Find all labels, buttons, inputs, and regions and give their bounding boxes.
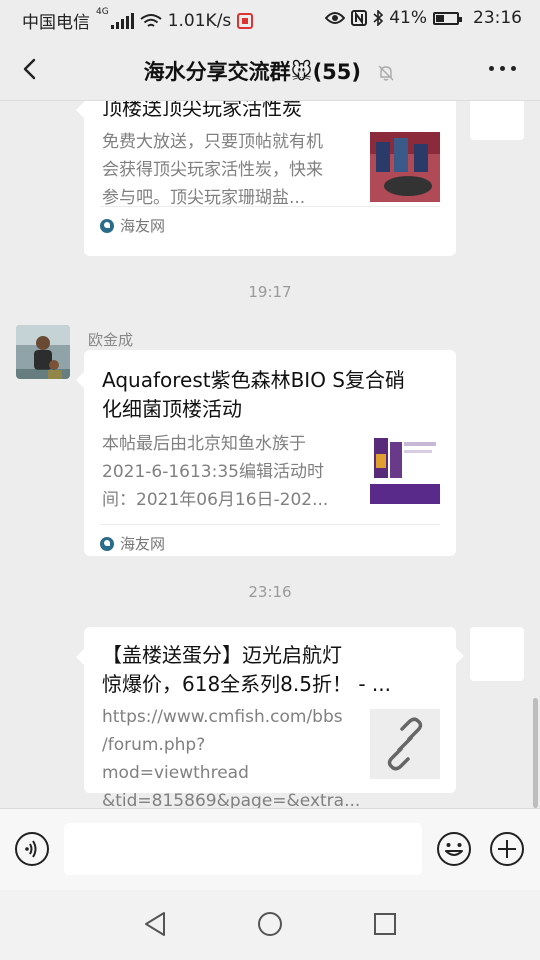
status-right: 41% 23:16 bbox=[325, 8, 522, 28]
scrollbar[interactable] bbox=[533, 698, 538, 808]
battery-icon bbox=[433, 11, 462, 25]
back-triangle-icon[interactable] bbox=[142, 910, 168, 938]
card-source-name: 海友网 bbox=[120, 217, 166, 235]
home-circle-icon[interactable] bbox=[256, 910, 284, 938]
chat-header: 海水分享交流群🐭(55) bbox=[0, 38, 540, 101]
signal-icon bbox=[110, 12, 134, 29]
nfc-icon bbox=[351, 10, 368, 26]
card-description: 免费大放送，只要顶帖就有机 会获得顶尖玩家活性炭，快来 参与吧。顶尖玩家珊瑚盐.… bbox=[102, 128, 352, 212]
sender-name: 欧金成 bbox=[88, 331, 134, 349]
bubble-tail bbox=[456, 648, 464, 664]
card-source: 海友网 bbox=[100, 206, 440, 236]
card-desc-line: https://www.cmfish.com/bbs bbox=[102, 707, 343, 727]
eye-icon bbox=[325, 12, 346, 24]
bell-off-icon bbox=[378, 65, 394, 81]
bluetooth-icon bbox=[373, 10, 384, 26]
system-nav-bar bbox=[0, 890, 540, 960]
wifi-icon bbox=[140, 13, 162, 27]
network-type: 4G bbox=[96, 7, 109, 17]
emoji-icon[interactable] bbox=[436, 831, 472, 867]
avatar[interactable] bbox=[470, 100, 524, 140]
avatar[interactable] bbox=[470, 627, 524, 681]
status-left: 中国电信 4G 1.01K/s bbox=[22, 7, 254, 33]
card-desc-line: 本帖最后由北京知鱼水族于 bbox=[102, 434, 306, 454]
link-card[interactable]: Aquaforest紫色森林BIO S复合硝 化细菌顶楼活动 本帖最后由北京知鱼… bbox=[76, 350, 456, 556]
card-desc-line: 免费大放送，只要顶帖就有机 bbox=[102, 132, 323, 152]
battery-fill bbox=[436, 14, 444, 22]
link-card[interactable]: 顶楼送顶尖玩家活性炭 免费大放送，只要顶帖就有机 会获得顶尖玩家活性炭，快来 参… bbox=[76, 100, 456, 256]
message-list[interactable]: 顶楼送顶尖玩家活性炭 免费大放送，只要顶帖就有机 会获得顶尖玩家活性炭，快来 参… bbox=[0, 100, 540, 808]
message-input[interactable] bbox=[64, 823, 422, 875]
card-source-name: 海友网 bbox=[120, 535, 166, 553]
card-desc-line: 会获得顶尖玩家活性炭，快来 bbox=[102, 160, 323, 180]
card-desc-line: 2021-6-1613:35编辑活动时 bbox=[102, 462, 324, 482]
chat-title-text: 海水分享交流群🐭(55) bbox=[143, 60, 361, 84]
recents-square-icon[interactable] bbox=[372, 910, 398, 938]
voice-icon[interactable] bbox=[14, 831, 50, 867]
card-title: 顶楼送顶尖玩家活性炭 bbox=[102, 100, 302, 120]
card-title-line: 【盖楼送蛋分】迈光启航灯 bbox=[102, 643, 342, 667]
plus-icon[interactable] bbox=[489, 831, 525, 867]
card-source: 海友网 bbox=[100, 524, 440, 554]
timestamp: 23:16 bbox=[248, 583, 292, 601]
network-speed: 1.01K/s bbox=[167, 10, 232, 31]
card-title-line: 惊爆价，618全系列8.5折！ - ... bbox=[102, 672, 391, 696]
chat-title: 海水分享交流群🐭(55) bbox=[0, 56, 540, 86]
avatar-photo bbox=[16, 325, 70, 379]
link-icon bbox=[370, 709, 440, 779]
card-title: 【盖楼送蛋分】迈光启航灯 惊爆价，618全系列8.5折！ - ... bbox=[102, 641, 438, 699]
battery-percent: 41% bbox=[389, 8, 427, 28]
site-logo-icon bbox=[100, 218, 114, 233]
card-title-line: Aquaforest紫色森林BIO S复合硝 bbox=[102, 368, 405, 392]
status-bar: 中国电信 4G 1.01K/s 41% 23:16 bbox=[0, 0, 540, 38]
carrier-label: 中国电信 bbox=[22, 13, 90, 33]
clock: 23:16 bbox=[473, 8, 522, 28]
card-desc-line: &tid=815869&page=&extra... bbox=[102, 791, 361, 808]
input-bar bbox=[0, 808, 540, 891]
link-card[interactable]: 【盖楼送蛋分】迈光启航灯 惊爆价，618全系列8.5折！ - ... https… bbox=[76, 627, 456, 808]
card-description: 本帖最后由北京知鱼水族于 2021-6-1613:35编辑活动时 间：2021年… bbox=[102, 430, 352, 514]
site-logo-icon bbox=[100, 536, 114, 551]
card-desc-line: 间：2021年06月16日-202... bbox=[102, 490, 329, 510]
avatar[interactable] bbox=[16, 325, 70, 379]
card-title: Aquaforest紫色森林BIO S复合硝 化细菌顶楼活动 bbox=[102, 366, 438, 424]
card-title-line: 化细菌顶楼活动 bbox=[102, 397, 242, 421]
timestamp: 19:17 bbox=[248, 283, 292, 301]
card-description: https://www.cmfish.com/bbs /forum.php?mo… bbox=[102, 703, 361, 808]
product-thumbnail bbox=[370, 434, 440, 504]
card-desc-line: /forum.php?mod=viewthread bbox=[102, 735, 249, 783]
app-notification-icon bbox=[237, 12, 254, 29]
product-thumbnail bbox=[370, 132, 440, 202]
more-icon[interactable] bbox=[489, 66, 516, 71]
